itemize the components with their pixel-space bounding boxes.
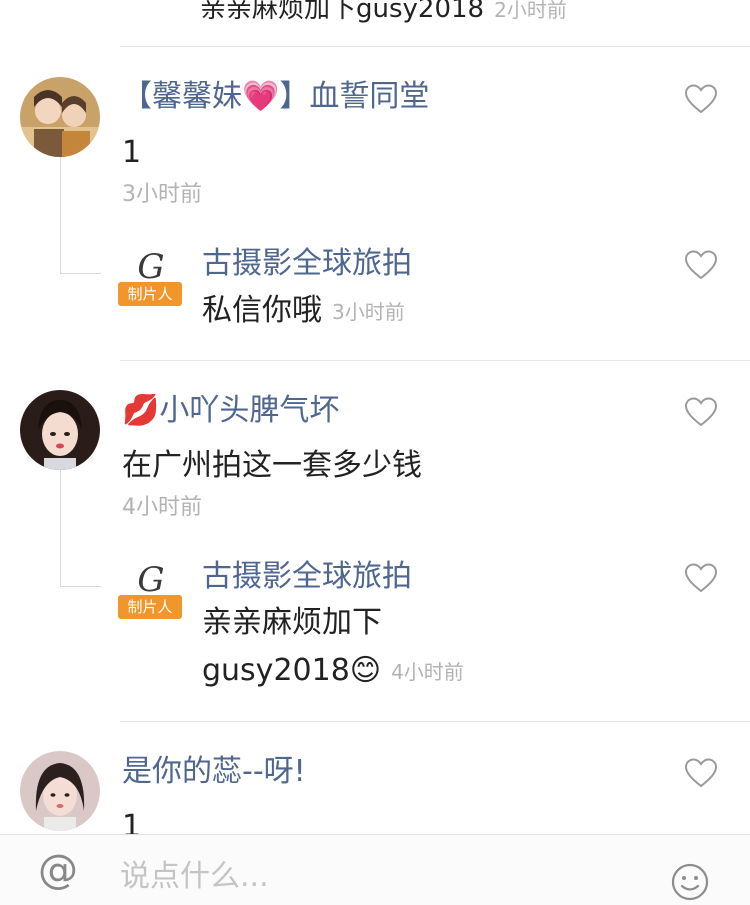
heart-outline-icon[interactable] [684,84,718,114]
divider [120,360,750,361]
reply-content-line2: gusy2018😊 4小时前 [202,653,464,688]
badge-label: 制片人 [118,282,182,306]
divider [120,46,750,47]
comment-username[interactable]: 是你的蕊--呀! [122,757,306,787]
reply-username[interactable]: 古摄影全球旅拍 [202,249,412,279]
heart-outline-icon[interactable] [684,397,718,427]
avatar[interactable] [20,77,100,157]
comment-time: 4小时前 [122,495,202,520]
author-badge[interactable]: G 制片人 [118,561,184,623]
reply-content-line1: 亲亲麻烦加下 [202,605,382,640]
comment-username[interactable]: 【馨馨妹💗】血誓同堂 [122,82,429,112]
brand-logo-icon: G [137,560,165,600]
heart-outline-icon[interactable] [684,563,718,593]
partial-reply-text: 亲亲麻烦加下gusy2018 2小时前 [200,0,567,24]
heart-outline-icon[interactable] [684,758,718,788]
reply-time: 4小时前 [391,659,464,684]
reply-username[interactable]: 古摄影全球旅拍 [202,562,412,592]
avatar[interactable] [20,390,100,470]
heart-outline-icon[interactable] [684,250,718,280]
brand-logo-icon: G [137,247,165,287]
author-badge[interactable]: G 制片人 [118,248,184,310]
reply-time: 3小时前 [332,299,405,324]
at-icon[interactable]: @ [38,850,78,890]
thread-line [60,157,101,274]
avatar[interactable] [20,751,100,831]
badge-label: 制片人 [118,595,182,619]
thread-line [60,470,101,587]
comment-username[interactable]: 💋小吖头脾气坏 [122,396,339,426]
comment-time: 3小时前 [122,182,202,207]
comment-content: 在广州拍这一套多少钱 [122,448,422,483]
divider [120,721,750,722]
comment-content: 1 [122,135,142,170]
comment-input[interactable] [120,856,620,896]
emoji-icon[interactable] [670,862,710,902]
reply-content: 私信你哦 3小时前 [202,293,405,328]
